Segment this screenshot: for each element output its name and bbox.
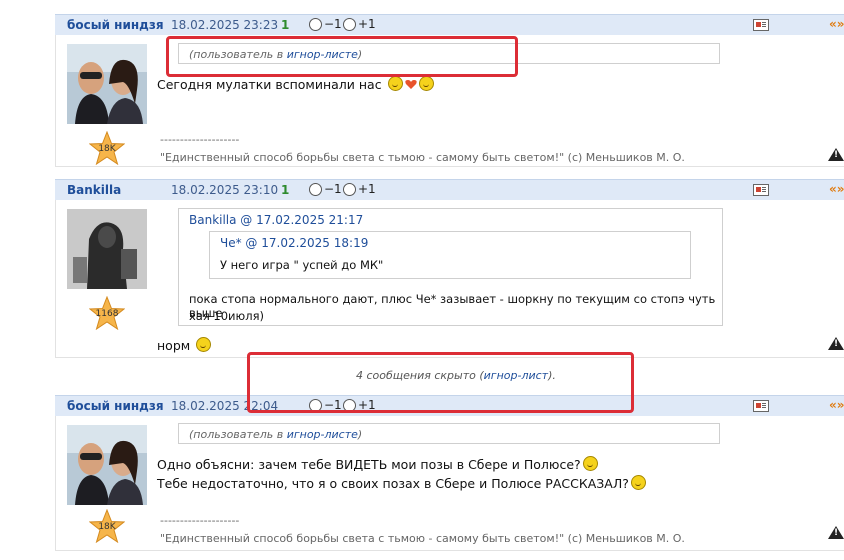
avatar[interactable] [67,425,147,505]
post-author-link[interactable]: босый ниндзя [67,18,164,32]
post-text-line-2: Тебе недостаточно, что я о своих позах в… [157,476,629,491]
vote-minus-radio[interactable] [309,182,322,196]
post-date-link[interactable]: 18.02.2025 23:10 [171,183,278,197]
quote-link[interactable]: «» [829,398,844,412]
quote-link[interactable]: «» [829,17,844,31]
rank-star-label: 18K [98,522,116,532]
rank-star: 18K [88,508,126,544]
quote-block: Bankilla @ 17.02.2025 21:17 Че* @ 17.02.… [178,208,723,326]
nested-quote-author-link[interactable]: Че* @ 17.02.2025 18:19 [220,236,368,250]
avatar[interactable] [67,209,147,289]
post-author-link[interactable]: Bankilla [67,183,121,197]
profile-card-icon[interactable] [753,19,769,31]
smiley-grin-icon [196,337,212,352]
vote-minus[interactable]: −1 [309,182,342,196]
nested-quote-text: У него игра " успей до МК" [220,258,384,272]
smiley-cool-icon [387,76,403,91]
avatar-photo [67,209,147,289]
report-icon[interactable] [828,148,844,161]
nested-quote-block: Че* @ 17.02.2025 18:19 У него игра " усп… [209,231,691,279]
quote-author-link[interactable]: Bankilla @ 17.02.2025 21:17 [189,213,363,227]
vote-plus-label: +1 [358,17,376,31]
report-icon[interactable] [828,526,844,539]
post-header: Bankilla 18.02.2025 23:10 1 −1 +1 «» [55,179,844,200]
rank-star-label: 1168 [95,309,119,319]
avatar-photo [67,44,147,124]
signature: "Единственный способ борьбы света с тьмо… [160,532,685,545]
signature: "Единственный способ борьбы света с тьмо… [160,151,685,164]
signature-separator: -------------------- [160,514,240,527]
post-author-link[interactable]: босый ниндзя [67,399,164,413]
post-text: Сегодня мулатки вспоминали нас [157,75,434,94]
ignore-suffix: ) [357,428,363,441]
ignore-list-link[interactable]: игнор-листе [287,428,358,441]
ignored-quote-placeholder: (пользователь в игнор-листе) [178,423,720,444]
avatar[interactable] [67,44,147,124]
vote-minus-radio[interactable] [309,17,322,31]
post-text: норм [157,336,212,355]
smiley-icon [630,475,646,490]
rank-star: 18K [88,130,126,166]
profile-card-icon[interactable] [753,184,769,196]
quote-text-line-1: пока стопа нормального дают, плюс Че* за… [189,292,716,320]
post-text: Одно объясни: зачем тебе ВИДЕТЬ мои позы… [157,455,646,493]
vote-minus-label: −1 [324,17,342,31]
ignore-prefix: (пользователь в [189,428,287,441]
signature-separator: -------------------- [160,133,240,146]
post-text-content: Сегодня мулатки вспоминали нас [157,77,382,92]
avatar-photo [67,425,147,505]
smiley-icon [582,456,598,471]
highlight-box [166,36,518,77]
quote-link[interactable]: «» [829,182,844,196]
vote-plus-radio[interactable] [343,17,356,31]
post-text-content: норм [157,338,191,353]
forum-post: босый ниндзя 18.02.2025 22:04 −1 +1 «» 1… [55,395,844,555]
vote-plus-radio[interactable] [343,182,356,196]
post-body: 18K (пользователь в игнор-листе) Одно об… [55,416,844,551]
post-rating: 1 [281,18,290,32]
post-date-link[interactable]: 18.02.2025 23:23 [171,18,278,32]
rank-star: 1168 [88,295,126,331]
vote-plus[interactable]: +1 [343,17,376,31]
forum-post: Bankilla 18.02.2025 23:10 1 −1 +1 «» 116… [55,179,844,358]
highlight-box [247,352,634,413]
vote-minus[interactable]: −1 [309,17,342,31]
report-icon[interactable] [828,337,844,350]
quote-text-line-2: хая 10июля) [189,309,264,323]
rank-star-label: 18K [98,144,116,154]
post-body: 1168 Bankilla @ 17.02.2025 21:17 Че* @ 1… [55,200,844,358]
post-text-line-1: Одно объясни: зачем тебе ВИДЕТЬ мои позы… [157,457,581,472]
vote-minus-label: −1 [324,182,342,196]
heart-icon [404,80,417,89]
vote-plus[interactable]: +1 [343,182,376,196]
post-rating: 1 [281,183,290,197]
vote-plus-label: +1 [358,182,376,196]
post-header: босый ниндзя 18.02.2025 23:23 1 −1 +1 «» [55,14,844,35]
profile-card-icon[interactable] [753,400,769,412]
smiley-grin-icon [418,76,434,91]
